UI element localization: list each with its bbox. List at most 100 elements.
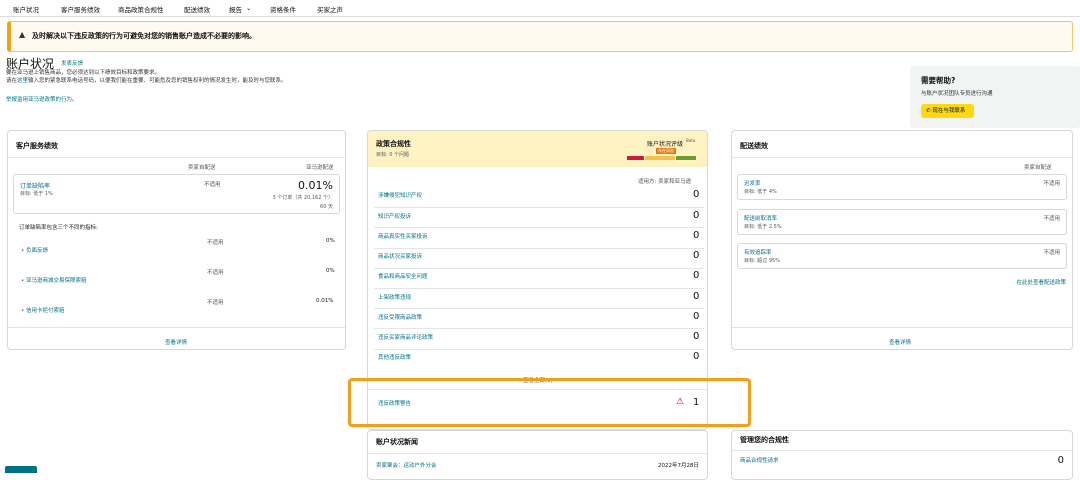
help-title: 需要帮助? bbox=[921, 76, 956, 85]
policy-row-listing[interactable]: 上架政策违规 bbox=[378, 293, 411, 301]
policy-row-condition[interactable]: 商品状况买家投诉 bbox=[378, 252, 422, 260]
policy-row-reviews[interactable]: 违反买家商品评论政策 bbox=[378, 333, 433, 341]
customer-service-card: 客户服务绩效 卖家自配送 亚马逊配送 订单缺陷率 目标: 低于 1% 不适用 0… bbox=[7, 130, 346, 350]
delivery-target: 目标: 超过 95% bbox=[744, 258, 780, 264]
metric-chargeback[interactable]: 信用卡拒付索赔 bbox=[26, 308, 65, 314]
rating-bar-yellow bbox=[645, 156, 675, 160]
late-shipment-link[interactable]: 迟发率 bbox=[744, 179, 761, 187]
compliance-request-link[interactable]: 商品合规性请求 bbox=[740, 456, 779, 464]
odr-target: 目标: 低于 1% bbox=[20, 191, 53, 197]
chevron-down-icon: ⌄ bbox=[246, 4, 252, 12]
metric-fba: 0% bbox=[326, 238, 335, 244]
metric-fba: 0% bbox=[326, 268, 335, 274]
divider bbox=[8, 327, 345, 328]
policy-row-value: 0 bbox=[693, 189, 700, 200]
odr-value: 0.01% bbox=[298, 179, 333, 192]
nav-item-account-health[interactable]: 账户状况 bbox=[13, 4, 39, 14]
odr-label[interactable]: 订单缺陷率 bbox=[20, 181, 50, 190]
policy-row-value: 0 bbox=[693, 331, 700, 342]
feedback-tab[interactable] bbox=[5, 466, 37, 473]
col-fba: 亚马逊配送 bbox=[306, 165, 334, 171]
divider bbox=[374, 308, 704, 309]
col-seller: 卖家自配送 bbox=[1024, 165, 1052, 171]
policy-row-other[interactable]: 其他违反政策 bbox=[378, 353, 411, 361]
divider bbox=[374, 349, 704, 350]
odr-seller: 不适用 bbox=[204, 182, 221, 188]
nav-item-delivery[interactable]: 配送绩效 bbox=[184, 4, 210, 14]
view-details-link[interactable]: 查看详情 bbox=[165, 338, 187, 346]
contact-me-button[interactable]: ✆ 现在与我联系 bbox=[921, 104, 974, 118]
metric-row: • 信用卡拒付索赔 bbox=[21, 308, 65, 314]
news-title: 账户状况新闻 bbox=[376, 438, 418, 446]
nav-item-policy[interactable]: 商品政策合规性 bbox=[118, 4, 164, 14]
delivery-row[interactable]: 有效追踪率 目标: 超过 95% 不适用 bbox=[737, 243, 1067, 269]
delivery-value: 不适用 bbox=[1043, 250, 1060, 256]
valid-tracking-link[interactable]: 有效追踪率 bbox=[744, 248, 772, 256]
banner-text: 及时解决以下违反政策的行为可避免对您的销售账户造成不必要的影响。 bbox=[32, 32, 256, 40]
compliance-request-value: 0 bbox=[1057, 455, 1064, 466]
col-seller: 卖家自配送 bbox=[188, 165, 216, 171]
divider bbox=[374, 268, 704, 269]
contact-here-link[interactable]: 这里 bbox=[17, 78, 28, 84]
feedback-link[interactable]: 发表反馈 bbox=[61, 59, 83, 67]
metric-row: • 负面反馈 bbox=[21, 248, 49, 254]
nav-item-reports[interactable]: 报告 bbox=[229, 4, 242, 14]
policy-title: 政策合规性 bbox=[376, 140, 411, 148]
intro-line-1: 要在亚马逊上销售商品，您必须达到以下绩效目标和政策要求。 bbox=[6, 70, 161, 76]
policy-row-value: 0 bbox=[693, 250, 700, 261]
intro-text: 要在亚马逊上销售商品，您必须达到以下绩效目标和政策要求。 请在这里输入您的紧急联… bbox=[6, 69, 287, 85]
metric-negative-feedback[interactable]: 负面反馈 bbox=[26, 248, 48, 254]
policy-row-value: 0 bbox=[693, 291, 700, 302]
contact-me-label: 现在与我联系 bbox=[932, 108, 966, 114]
policy-row-restricted[interactable]: 违反受限商品政策 bbox=[378, 313, 422, 321]
news-item-link[interactable]: 卖家聚会：运动户外分会 bbox=[376, 461, 437, 469]
policy-row-ip-suspected[interactable]: 涉嫌侵犯知识产权 bbox=[378, 191, 422, 199]
cancel-rate-link[interactable]: 配送前取消率 bbox=[744, 214, 777, 222]
metric-a-to-z[interactable]: 亚马逊商城交易保障索赔 bbox=[26, 278, 87, 284]
metric-fba: 0.01% bbox=[316, 298, 334, 304]
divider bbox=[8, 157, 345, 158]
top-nav: 账户状况 客户服务绩效 商品政策合规性 配送绩效 报告 ⌄ 资格条件 买家之声 bbox=[0, 0, 1080, 17]
divider bbox=[374, 248, 704, 249]
divider bbox=[374, 328, 704, 329]
warning-icon: ▲ bbox=[19, 30, 26, 39]
policy-row-value: 0 bbox=[693, 230, 700, 241]
delivery-target: 目标: 低于 2.5% bbox=[744, 224, 782, 230]
divider bbox=[374, 227, 704, 228]
divider bbox=[732, 157, 1072, 158]
shipping-policy-link[interactable]: 在此处查看配送政策 bbox=[1016, 278, 1066, 286]
status-beta: Beta bbox=[686, 138, 696, 143]
policy-row-value: 0 bbox=[693, 311, 700, 322]
status-label: 账户状况评级 bbox=[647, 141, 684, 148]
odr-box[interactable]: 订单缺陷率 目标: 低于 1% 不适用 0.01% 3 个订单（共 20,162… bbox=[13, 174, 340, 214]
applies-to: 适用方: 卖家和亚马逊 bbox=[638, 179, 692, 185]
rating-bar-red bbox=[627, 156, 644, 160]
intro-line-2: 请在这里输入您的紧急联系电话号码，以便我们能在重要、可能危及您的销售权利的情况发… bbox=[6, 77, 287, 85]
divider bbox=[374, 207, 704, 208]
delivery-value: 不适用 bbox=[1043, 181, 1060, 187]
manage-title: 管理您的合规性 bbox=[740, 436, 789, 444]
policy-row-ip-complaints[interactable]: 知识产权投诉 bbox=[378, 212, 411, 220]
odr-detail-2: 60 天 bbox=[320, 204, 333, 210]
policy-row-safety[interactable]: 食品和商品安全问题 bbox=[378, 272, 428, 280]
policy-row-authenticity[interactable]: 商品真实性买家投诉 bbox=[378, 232, 428, 240]
policy-row-value: 0 bbox=[693, 351, 700, 362]
odr-detail-1: 3 个订单（共 20,162 个） bbox=[272, 195, 333, 201]
metric-seller: 不适用 bbox=[207, 300, 224, 306]
status-badge: 存在风险 bbox=[656, 148, 676, 154]
nav-item-voice-of-buyer[interactable]: 买家之声 bbox=[317, 4, 343, 14]
nav-item-customer-service[interactable]: 客户服务绩效 bbox=[61, 4, 100, 14]
delivery-row[interactable]: 配送前取消率 目标: 低于 2.5% 不适用 bbox=[737, 209, 1067, 235]
nav-item-eligibility[interactable]: 资格条件 bbox=[270, 4, 296, 14]
metrics-intro: 订单缺陷率包含三个不同的指标: bbox=[19, 225, 98, 231]
delivery-row[interactable]: 迟发率 目标: 低于 4% 不适用 bbox=[737, 174, 1067, 200]
report-abuse-link[interactable]: 举报滥用亚马逊政策的行为。 bbox=[6, 95, 78, 103]
customer-service-title: 客户服务绩效 bbox=[16, 142, 58, 150]
metric-seller: 不适用 bbox=[207, 270, 224, 276]
rating-bar-green bbox=[676, 156, 696, 160]
view-details-link[interactable]: 查看详情 bbox=[889, 338, 911, 346]
divider bbox=[732, 450, 1072, 451]
delivery-card: 配送绩效 卖家自配送 迟发率 目标: 低于 4% 不适用 配送前取消率 目标: … bbox=[731, 130, 1073, 350]
policy-row-value: 0 bbox=[693, 210, 700, 221]
help-panel: 需要帮助? 与账户状况团队专员进行沟通 ✆ 现在与我联系 bbox=[910, 66, 1080, 128]
